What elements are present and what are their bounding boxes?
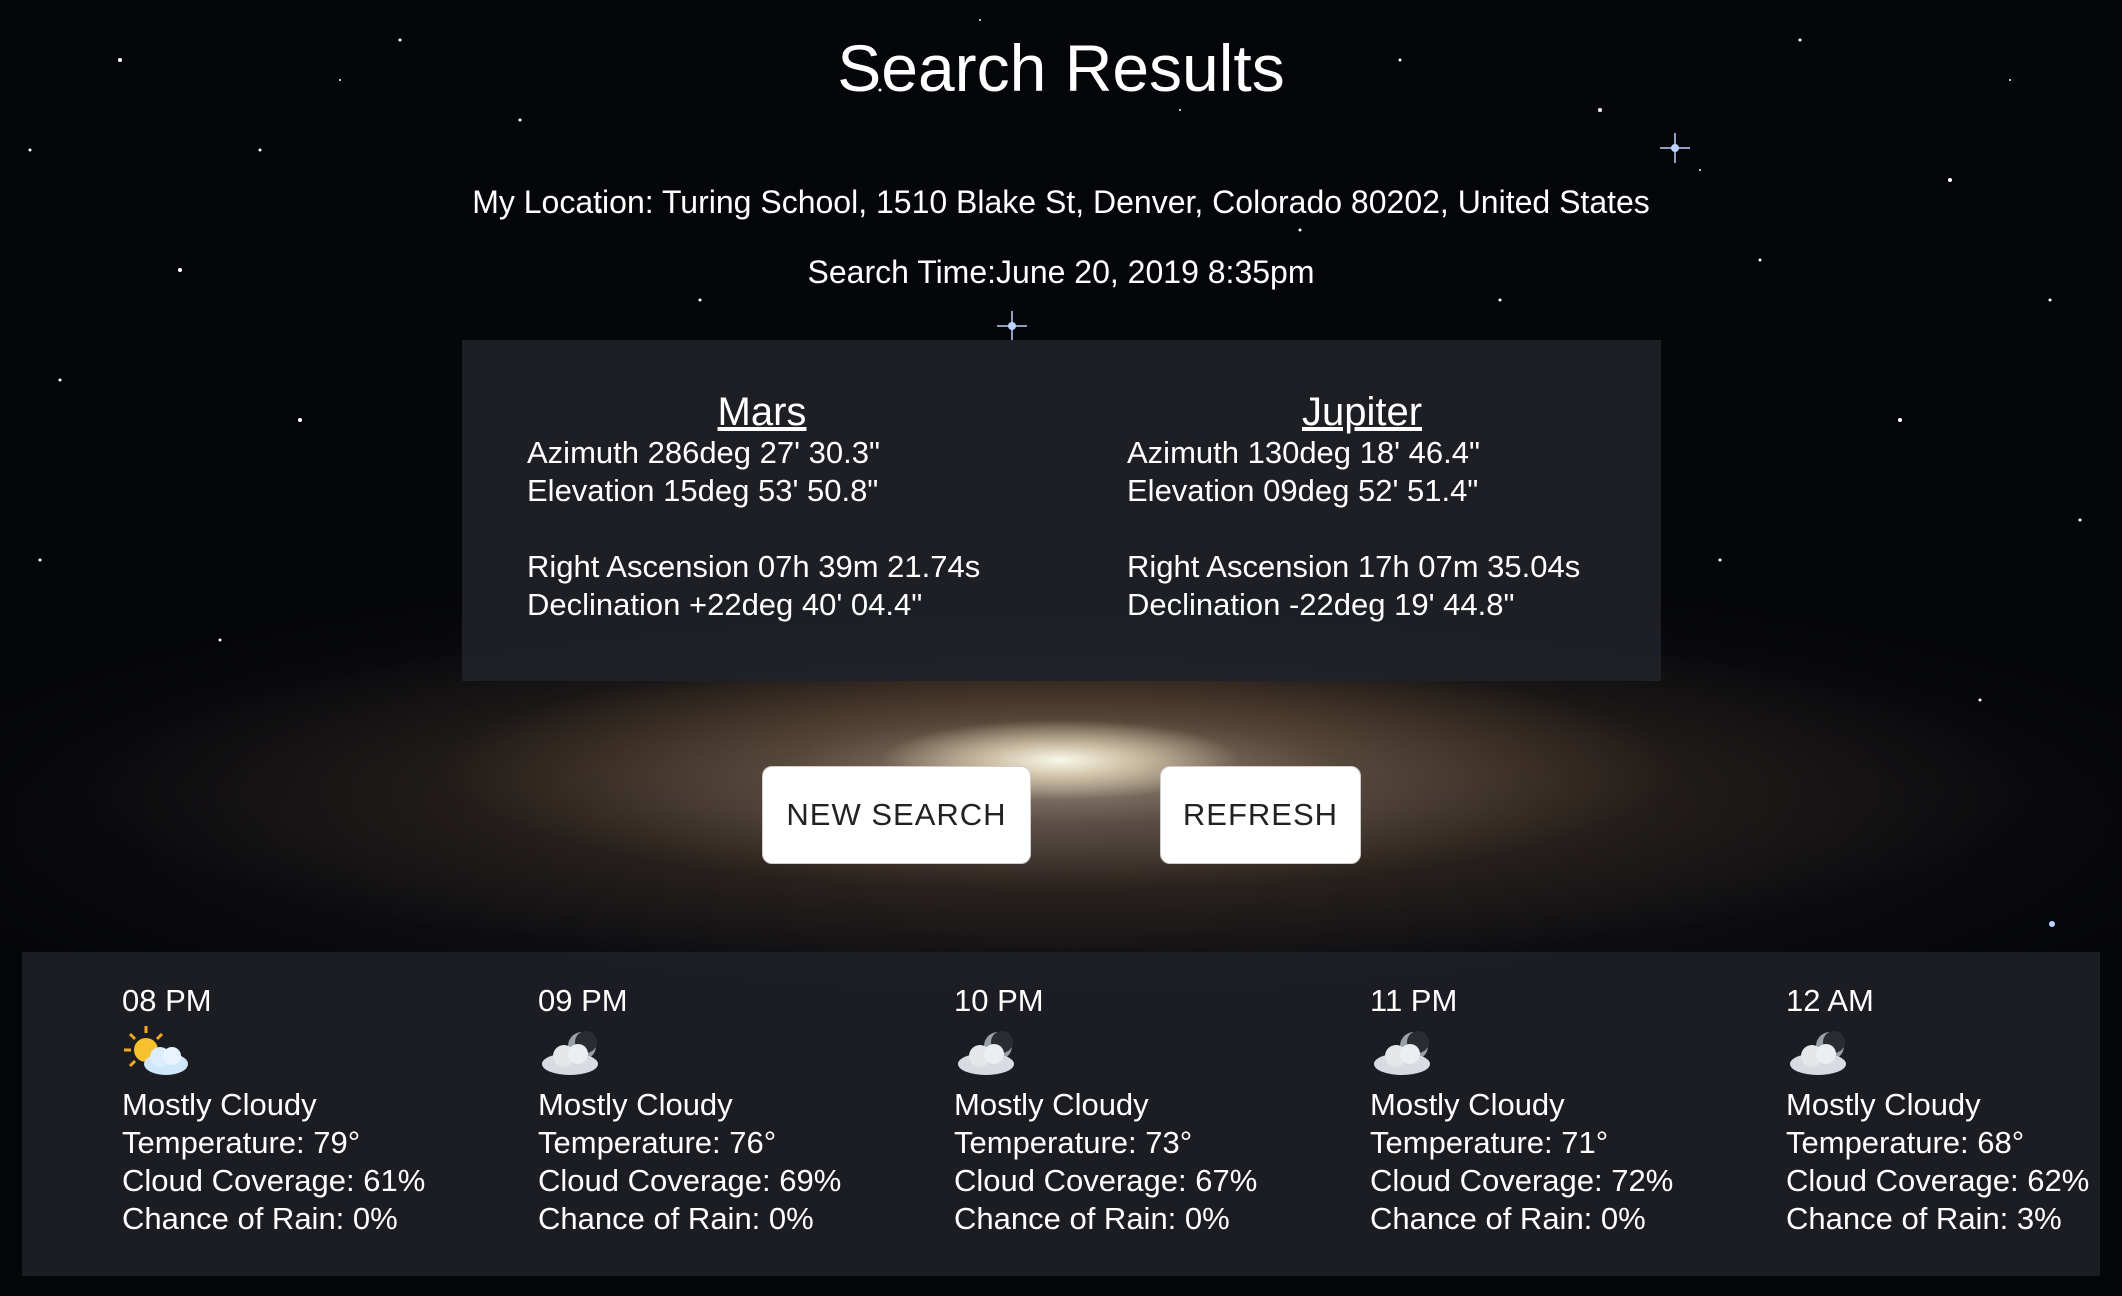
planet-right-ascension: Right Ascension 07h 39m 21.74s [527, 549, 981, 584]
forecast-time: 10 PM [954, 983, 1044, 1018]
planet-name: Jupiter [1301, 390, 1423, 434]
forecast-cloud-coverage: Cloud Coverage: 72% [1370, 1163, 1674, 1198]
forecast-temperature: Temperature: 79° [122, 1125, 361, 1160]
forecast-summary: Mostly Cloudy [954, 1087, 1149, 1122]
forecast-rain: Chance of Rain: 0% [122, 1201, 398, 1236]
partly-sunny-icon [124, 1026, 188, 1075]
page-title: Search Results [837, 31, 1285, 105]
planet-card-mars: Mars Azimuth 286deg 27' 30.3" Elevation … [527, 390, 1047, 624]
forecast-summary: Mostly Cloudy [122, 1087, 317, 1122]
search-time-text: Search Time:June 20, 2019 8:35pm [807, 254, 1315, 290]
forecast-time: 12 AM [1786, 983, 1874, 1018]
forecast-time: 09 PM [538, 983, 628, 1018]
planet-results-panel: Mars Azimuth 286deg 27' 30.3" Elevation … [462, 340, 1661, 681]
planet-declination: Declination -22deg 19' 44.8" [1127, 587, 1515, 622]
forecast-time: 11 PM [1370, 983, 1458, 1018]
forecast-time: 08 PM [122, 983, 212, 1018]
planet-declination: Declination +22deg 40' 04.4" [527, 587, 923, 622]
new-search-button[interactable]: NEW SEARCH [762, 766, 1031, 864]
planet-azimuth: Azimuth 286deg 27' 30.3" [527, 435, 881, 470]
forecast-temperature: Temperature: 76° [538, 1125, 777, 1160]
forecast-hour-card: 10 PM Mostly Cloudy Temperature: 73° Clo… [954, 982, 1314, 1238]
forecast-summary: Mostly Cloudy [538, 1087, 733, 1122]
hourly-forecast-panel: 08 PM Mostly Cloudy Temperature: 79° Clo… [22, 952, 2100, 1276]
forecast-cloud-coverage: Cloud Coverage: 69% [538, 1163, 842, 1198]
planet-elevation: Elevation 15deg 53' 50.8" [527, 473, 879, 508]
forecast-rain: Chance of Rain: 3% [1786, 1201, 2062, 1236]
forecast-summary: Mostly Cloudy [1370, 1087, 1565, 1122]
forecast-hour-card: 08 PM Mostly Cloudy Temperature: 79° Clo… [122, 982, 482, 1238]
forecast-hour-card: 11 PM Mostly Cloudy Temperature: 71° Clo… [1370, 982, 1730, 1238]
forecast-hour-card: 09 PM Mostly Cloudy Temperature: 76° Clo… [538, 982, 898, 1238]
forecast-rain: Chance of Rain: 0% [538, 1201, 814, 1236]
cloudy-night-icon [1790, 1031, 1846, 1075]
forecast-hour-card: 12 AM Mostly Cloudy Temperature: 68° Clo… [1786, 982, 2122, 1238]
location-text: My Location: Turing School, 1510 Blake S… [472, 184, 1650, 220]
forecast-summary: Mostly Cloudy [1786, 1087, 1981, 1122]
forecast-temperature: Temperature: 71° [1370, 1125, 1609, 1160]
refresh-button[interactable]: REFRESH [1160, 766, 1361, 864]
forecast-rain: Chance of Rain: 0% [1370, 1201, 1646, 1236]
planet-azimuth: Azimuth 130deg 18' 46.4" [1127, 435, 1481, 470]
forecast-cloud-coverage: Cloud Coverage: 61% [122, 1163, 426, 1198]
planet-card-jupiter: Jupiter Azimuth 130deg 18' 46.4" Elevati… [1127, 390, 1647, 624]
cloudy-night-icon [1374, 1031, 1430, 1075]
forecast-cloud-coverage: Cloud Coverage: 67% [954, 1163, 1258, 1198]
forecast-cloud-coverage: Cloud Coverage: 62% [1786, 1163, 2090, 1198]
planet-right-ascension: Right Ascension 17h 07m 35.04s [1127, 549, 1581, 584]
cloudy-night-icon [542, 1031, 598, 1075]
planet-elevation: Elevation 09deg 52' 51.4" [1127, 473, 1479, 508]
forecast-rain: Chance of Rain: 0% [954, 1201, 1230, 1236]
cloudy-night-icon [958, 1031, 1014, 1075]
planet-name: Mars [717, 390, 807, 434]
forecast-temperature: Temperature: 68° [1786, 1125, 2025, 1160]
forecast-temperature: Temperature: 73° [954, 1125, 1193, 1160]
